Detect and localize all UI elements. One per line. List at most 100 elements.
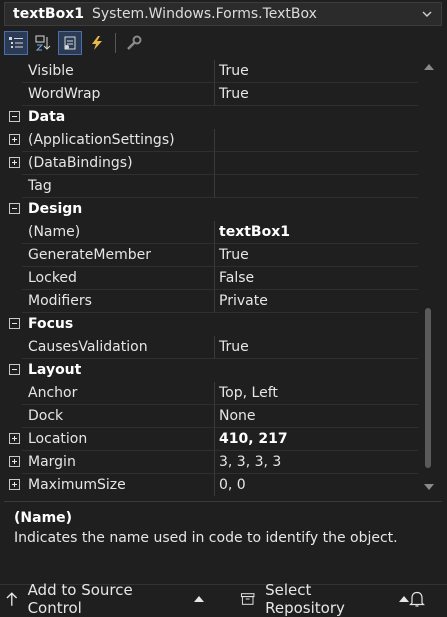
description-title: (Name) xyxy=(14,510,73,526)
property-value[interactable]: None xyxy=(214,405,418,428)
source-control-label: Add to Source Control xyxy=(27,580,133,617)
property-row[interactable]: (DataBindings) xyxy=(6,152,418,175)
repository-label: Select Repository xyxy=(265,580,345,617)
toolbar-separator xyxy=(115,33,116,53)
property-value[interactable]: True xyxy=(214,244,418,267)
description-text: Indicates the name used in code to ident… xyxy=(14,530,398,546)
arrow-up-icon xyxy=(6,591,18,606)
row-gutter xyxy=(6,474,22,496)
scroll-thumb[interactable] xyxy=(425,308,431,468)
property-name: Anchor xyxy=(22,382,214,405)
category-row[interactable]: Focus xyxy=(6,313,418,336)
property-row[interactable]: Tag xyxy=(6,175,418,198)
property-row[interactable]: Margin 3, 3, 3, 3 xyxy=(6,451,418,474)
properties-icon xyxy=(64,36,76,50)
events-button[interactable] xyxy=(85,31,109,55)
property-value[interactable]: 3, 3, 3, 3 xyxy=(214,451,418,474)
property-row[interactable]: Location 410, 217 xyxy=(6,428,418,451)
property-row[interactable]: Visible True xyxy=(6,60,418,83)
property-value[interactable] xyxy=(214,129,418,152)
notifications-button[interactable] xyxy=(409,590,425,608)
expand-icon[interactable] xyxy=(9,157,20,168)
caret-up-icon xyxy=(399,595,409,602)
object-name: textBox1 xyxy=(13,6,84,22)
object-selector[interactable]: textBox1 System.Windows.Forms.TextBox xyxy=(4,2,442,26)
row-gutter xyxy=(6,106,22,129)
select-repository-button[interactable]: Select Repository xyxy=(240,581,409,617)
category-label: Focus xyxy=(28,316,74,332)
property-value[interactable]: textBox1 xyxy=(214,221,418,244)
property-name: Margin xyxy=(22,451,214,474)
property-value[interactable]: True xyxy=(214,60,418,83)
property-row[interactable]: (Name) textBox1 xyxy=(6,221,418,244)
expand-icon[interactable] xyxy=(9,433,20,444)
row-gutter xyxy=(6,221,22,244)
category-row[interactable]: Data xyxy=(6,106,418,129)
properties-button[interactable] xyxy=(58,31,82,55)
property-row[interactable]: WordWrap True xyxy=(6,83,418,106)
property-value[interactable]: True xyxy=(214,83,418,106)
alphabetical-button[interactable] xyxy=(31,31,55,55)
row-gutter xyxy=(6,290,22,313)
status-bar: Add to Source Control Select Repository xyxy=(0,581,447,617)
property-row[interactable]: Modifiers Private xyxy=(6,290,418,313)
chevron-down-icon xyxy=(422,11,432,17)
description-pane: (Name) Indicates the name used in code t… xyxy=(4,501,442,565)
row-gutter xyxy=(6,198,22,221)
property-value[interactable]: Top, Left xyxy=(214,382,418,405)
property-value[interactable] xyxy=(214,152,418,175)
row-gutter xyxy=(6,60,22,83)
row-gutter xyxy=(6,382,22,405)
expand-icon[interactable] xyxy=(9,479,20,490)
property-value[interactable]: False xyxy=(214,267,418,290)
row-gutter xyxy=(6,405,22,428)
property-value[interactable]: True xyxy=(214,336,418,359)
property-row[interactable]: CausesValidation True xyxy=(6,336,418,359)
wrench-icon xyxy=(127,35,142,50)
row-gutter xyxy=(6,152,22,175)
property-name: Tag xyxy=(22,175,214,198)
scroll-down-icon[interactable] xyxy=(424,484,434,490)
category-label: Design xyxy=(28,201,83,217)
property-name: Location xyxy=(22,428,214,451)
category-row[interactable]: Layout xyxy=(6,359,418,382)
row-gutter xyxy=(6,175,22,198)
row-gutter xyxy=(6,129,22,152)
repository-icon xyxy=(240,592,255,605)
property-pages-button[interactable] xyxy=(122,31,146,55)
property-row[interactable]: Anchor Top, Left xyxy=(6,382,418,405)
vertical-scrollbar[interactable] xyxy=(420,60,438,496)
category-row[interactable]: Design xyxy=(6,198,418,221)
property-value[interactable]: Private xyxy=(214,290,418,313)
collapse-icon[interactable] xyxy=(9,203,20,214)
property-row[interactable]: Locked False xyxy=(6,267,418,290)
property-name: (DataBindings) xyxy=(22,152,214,175)
property-value[interactable]: 410, 217 xyxy=(214,428,418,451)
collapse-icon[interactable] xyxy=(9,318,20,329)
property-name: (ApplicationSettings) xyxy=(22,129,214,152)
property-value[interactable] xyxy=(214,175,418,198)
add-to-source-control-button[interactable]: Add to Source Control xyxy=(6,581,204,617)
property-row[interactable]: GenerateMember True xyxy=(6,244,418,267)
property-row[interactable]: (ApplicationSettings) xyxy=(6,129,418,152)
category-label: Layout xyxy=(28,362,82,378)
row-gutter xyxy=(6,313,22,336)
property-row[interactable]: Dock None xyxy=(6,405,418,428)
bell-icon xyxy=(409,591,425,607)
property-name: Locked xyxy=(22,267,214,290)
property-grid[interactable]: Visible True WordWrap True Data (ApplicationS… xyxy=(6,60,418,496)
collapse-icon[interactable] xyxy=(9,364,20,375)
caret-up-icon xyxy=(193,595,204,602)
categorized-icon xyxy=(9,37,23,48)
scroll-up-icon[interactable] xyxy=(424,64,434,70)
expand-icon[interactable] xyxy=(9,456,20,467)
row-gutter xyxy=(6,244,22,267)
property-name: Visible xyxy=(22,60,214,83)
expand-icon[interactable] xyxy=(9,134,20,145)
property-value[interactable]: 0, 0 xyxy=(214,474,418,496)
collapse-icon[interactable] xyxy=(9,111,20,122)
row-gutter xyxy=(6,359,22,382)
categorized-button[interactable] xyxy=(4,31,28,55)
property-name: CausesValidation xyxy=(22,336,214,359)
property-row[interactable]: MaximumSize 0, 0 xyxy=(6,474,418,496)
